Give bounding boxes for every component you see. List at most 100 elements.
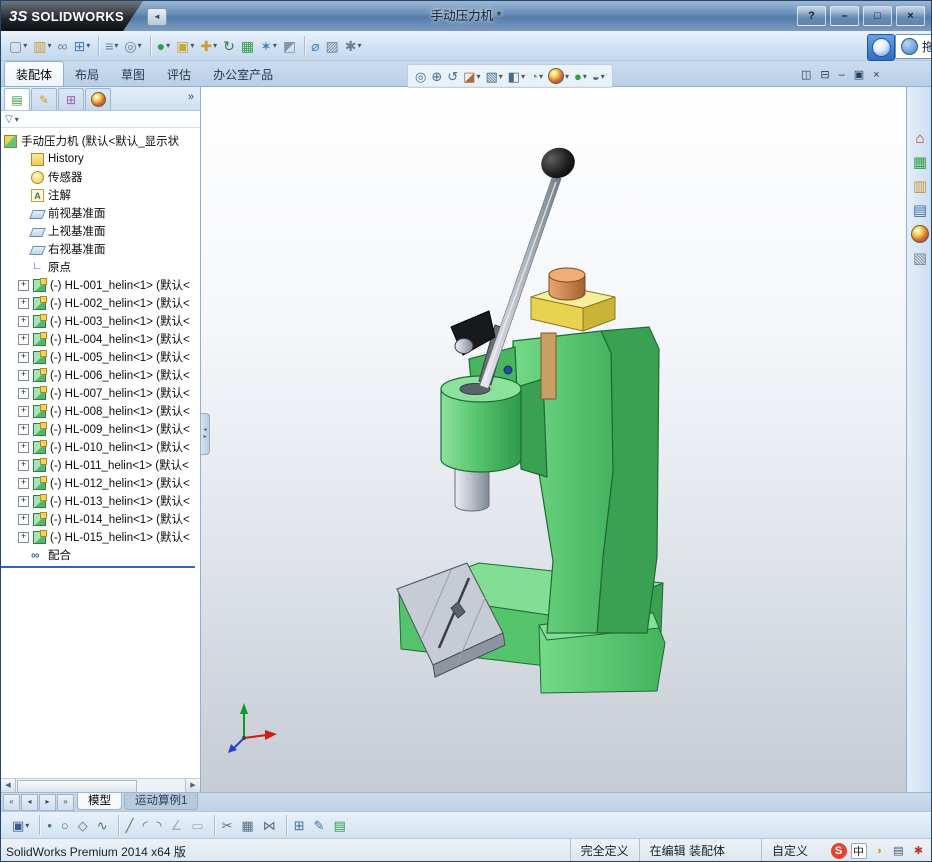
help-button[interactable]: ? [797,6,826,26]
tree-expander[interactable]: + [18,477,29,489]
tree-expander[interactable]: + [18,459,29,471]
tree-expander[interactable]: + [18,279,29,291]
tree-expander[interactable]: + [18,495,29,507]
dropdown-caret[interactable]: ▾ [358,41,362,50]
view-settings-icon[interactable]: ◒ ▾ [590,69,607,84]
tree-row[interactable]: + (-) HL-014_helin<1> (默认< [1,510,200,528]
tree-row[interactable]: + (-) HL-009_helin<1> (默认< [1,420,200,438]
tree-row[interactable]: 配合 [1,546,200,564]
dropdown-caret[interactable]: ▾ [86,41,90,50]
tree-row[interactable]: 右视基准面 [1,240,200,258]
tree-row[interactable]: + (-) HL-010_helin<1> (默认< [1,438,200,456]
appearances-scenes-icon[interactable] [909,223,931,245]
tree-row[interactable]: + (-) HL-002_helin<1> (默认< [1,294,200,312]
apply-scene-icon[interactable]: ● ▾ [155,34,172,58]
spline-icon[interactable]: ∿ [94,814,111,836]
design-table-icon[interactable]: ▦ [239,34,256,58]
point-icon[interactable]: • [44,814,55,836]
open-document-icon[interactable]: ▥ ▾ [31,34,53,58]
exploded-view-icon[interactable]: ✶ ▾ [258,34,279,58]
maximize-button[interactable]: □ [863,6,892,26]
clamp-bracket[interactable] [440,375,522,473]
doc-restore-icon[interactable]: ▣ [854,65,864,83]
tree-row[interactable]: + (-) HL-003_helin<1> (默认< [1,312,200,330]
section-view-icon[interactable]: ◪ ▾ [461,69,482,84]
dropdown-caret[interactable]: ▾ [521,72,525,81]
attachment-icon[interactable]: ∞ [56,34,70,58]
tree-row[interactable]: + (-) HL-004_helin<1> (默认< [1,330,200,348]
minimize-button[interactable]: – [830,6,859,26]
tab-office-products[interactable]: 办公室产品 [202,62,284,86]
insert-components-icon[interactable]: ▣ ▾ [174,34,196,58]
adjust-knob[interactable] [548,267,586,301]
tree-expander[interactable]: + [18,333,29,345]
tab-motion-study-1[interactable]: 运动算例1 [124,793,199,810]
apply-scene-view-icon[interactable]: ● ▾ [572,69,589,84]
split-view-icon[interactable]: ◫ [801,65,811,83]
tree-horizontal-scrollbar[interactable]: ◀ ▶ [1,778,200,792]
dropdown-caret[interactable]: ▾ [499,72,503,81]
component-pattern-icon[interactable]: ⊞ ▾ [71,34,92,58]
tree-row[interactable]: 前视基准面 [1,204,200,222]
home-icon[interactable]: ⌂ [909,127,931,149]
dropdown-caret[interactable]: ▾ [47,41,51,50]
tile-view-icon[interactable]: ⊟ [820,65,829,83]
ime-sogou-icon[interactable]: S [830,843,847,860]
filter-funnel-icon[interactable]: ▽ [5,114,13,125]
scroll-right-arrow[interactable]: ▶ [185,779,200,792]
tree-row[interactable]: + (-) HL-007_helin<1> (默认< [1,384,200,402]
close-button[interactable]: × [896,6,925,26]
dropdown-caret[interactable]: ▾ [138,41,142,50]
tab-sketch[interactable]: 草图 [110,62,156,86]
dropdown-caret[interactable]: ▾ [476,72,480,81]
propertymanager-tab[interactable]: ✎ [31,88,57,110]
tree-expander[interactable]: + [18,513,29,525]
print-preview-icon[interactable]: ◎ ▾ [122,34,143,58]
line-icon[interactable]: ╱ [123,814,137,836]
dropdown-caret[interactable]: ▾ [565,72,569,81]
tree-row[interactable]: + (-) HL-013_helin<1> (默认< [1,492,200,510]
display-style-icon[interactable]: ◧ ▾ [506,69,527,84]
tree-row[interactable]: + (-) HL-005_helin<1> (默认< [1,348,200,366]
ime-halfwidth-icon[interactable]: ◑ [870,843,887,860]
options-icon[interactable]: ✱ ▾ [343,34,364,58]
ime-keyboard-icon[interactable]: ▤ [890,843,907,860]
print-icon[interactable]: ≡ ▾ [103,34,120,58]
previous-tab-button[interactable]: ◂ [21,793,38,811]
scroll-left-arrow[interactable]: ◀ [1,779,16,792]
tree-row[interactable]: + (-) HL-015_helin<1> (默认< [1,528,200,546]
panel-splitter-handle[interactable]: ◂ ▸ [201,413,210,455]
dropdown-caret[interactable]: ▾ [166,41,170,50]
tab-assembly[interactable]: 装配体 [4,61,65,86]
previous-view-icon[interactable]: ↺ [445,69,460,84]
hide-show-items-icon[interactable]: ◔ ▾ [528,69,545,84]
tree-expander[interactable]: + [18,405,29,417]
polygon-icon[interactable]: ◇ [75,814,91,836]
lead-screw[interactable] [540,332,557,400]
tab-evaluate[interactable]: 评估 [156,62,202,86]
tree-row[interactable]: + (-) HL-012_helin<1> (默认< [1,474,200,492]
edit-appearance-icon[interactable]: ▾ [546,67,571,85]
ime-language-icon[interactable]: 中 [850,843,867,860]
file-explorer-icon[interactable]: ▤ [909,199,931,221]
design-library-icon[interactable]: ▥ [909,175,931,197]
tangent-arc-icon[interactable]: ◝ [154,814,165,836]
ime-settings-icon[interactable]: ✱ [910,843,927,860]
zoom-to-fit-icon[interactable]: ◎ [413,69,428,84]
tree-row[interactable]: + (-) HL-011_helin<1> (默认< [1,456,200,474]
dropdown-caret[interactable]: ▾ [23,41,27,50]
tree-row[interactable]: 注解 [1,186,200,204]
featuremanager-tab[interactable]: ▤ [4,88,30,110]
tab-model[interactable]: 模型 [77,793,122,810]
dropdown-caret[interactable]: ▾ [601,72,605,81]
tree-row[interactable]: History [1,150,200,168]
section-properties-icon[interactable]: ▨ [324,34,341,58]
grid-system-icon[interactable]: ⊞ [291,814,308,836]
instant2d-icon[interactable]: ✎ [311,814,328,836]
configurationmanager-tab[interactable]: ⊞ [58,88,84,110]
new-document-icon[interactable]: ▢ ▾ [7,34,29,58]
dropdown-caret[interactable]: ▾ [190,41,194,50]
tab-layout[interactable]: 布局 [64,62,110,86]
assembly-model-view[interactable] [201,87,906,792]
rebuild-icon[interactable]: ↻ [221,34,237,58]
